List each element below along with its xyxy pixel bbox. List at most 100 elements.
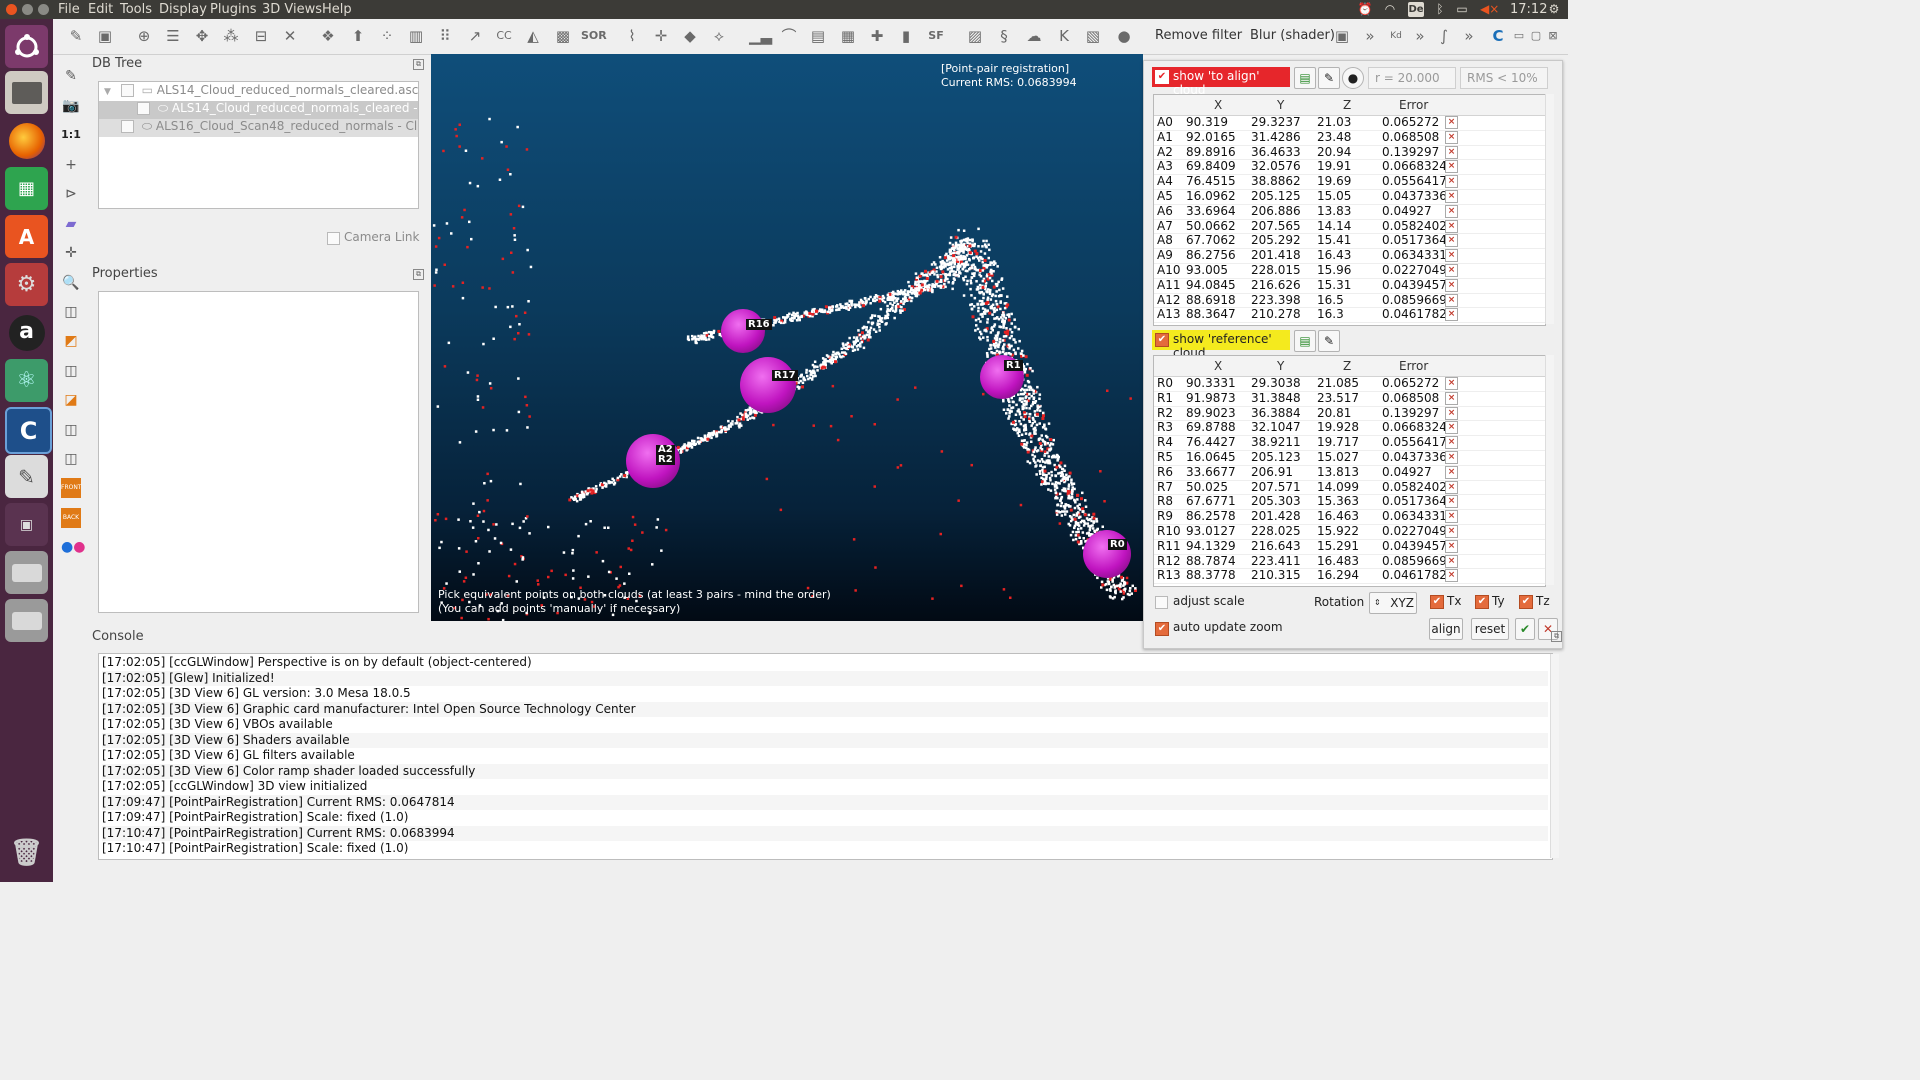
- table-row[interactable]: R5 16.0645 205.123 15.027 0.0437336 ×: [1154, 450, 1545, 466]
- overflow-chevron-icon[interactable]: »: [1458, 25, 1480, 47]
- alarm-icon[interactable]: ⏰: [1357, 2, 1373, 17]
- remove-point-icon[interactable]: ×: [1445, 145, 1458, 159]
- tree-item-root[interactable]: ▼ ▭ ALS14_Cloud_reduced_normals_cleared.…: [99, 83, 418, 101]
- reference-checkbox[interactable]: ✔: [1155, 333, 1169, 347]
- mesh-icon[interactable]: ▥: [405, 25, 427, 47]
- chat-icon[interactable]: ☁: [1023, 25, 1045, 47]
- atom-icon[interactable]: ⚛: [5, 359, 48, 402]
- table-row[interactable]: R7 50.025 207.571 14.099 0.0582402 ×: [1154, 480, 1545, 496]
- firefox-icon[interactable]: [5, 119, 48, 162]
- table-row[interactable]: R3 69.8788 32.1047 19.928 0.0668324 ×: [1154, 420, 1545, 437]
- reset-button[interactable]: reset: [1471, 618, 1509, 640]
- remove-point-icon[interactable]: ×: [1445, 377, 1458, 390]
- drive-icon[interactable]: [5, 551, 48, 594]
- table-row[interactable]: R9 86.2578 201.428 16.463 0.0634331 ×: [1154, 509, 1545, 525]
- undock-icon[interactable]: ⧉: [1551, 631, 1562, 642]
- table-row[interactable]: R8 67.6771 205.303 15.363 0.0517364 ×: [1154, 494, 1545, 511]
- menu-help[interactable]: Help: [322, 2, 352, 17]
- adjust-scale-checkbox[interactable]: [1155, 596, 1168, 609]
- cube-iso-icon[interactable]: ◫: [61, 449, 81, 469]
- tree-checkbox[interactable]: [120, 84, 134, 97]
- close-view-icon[interactable]: ⊠: [1542, 25, 1564, 47]
- bluetooth-icon[interactable]: ᛒ: [1432, 2, 1448, 17]
- pivot-icon[interactable]: ⟡: [708, 25, 730, 47]
- remove-point-icon[interactable]: ×: [1445, 569, 1458, 583]
- calc-icon[interactable]: ▦: [5, 167, 48, 210]
- rotation-select[interactable]: ⇕ XYZ: [1369, 592, 1417, 614]
- image-icon[interactable]: ▨: [964, 25, 986, 47]
- close-window-icon[interactable]: [6, 4, 17, 15]
- remove-point-icon[interactable]: ×: [1445, 525, 1458, 538]
- subsample-icon[interactable]: ⠿: [434, 25, 456, 47]
- remove-point-icon[interactable]: ×: [1445, 495, 1458, 509]
- delete-icon[interactable]: ✕: [279, 25, 301, 47]
- workspace-icon[interactable]: ▣: [5, 503, 48, 546]
- reference-points-table[interactable]: X Y Z Error R0 90.3331 29.3038 21.085 0.0652…: [1153, 355, 1546, 587]
- table-row[interactable]: A0 90.319 29.3237 21.03 0.065272 ×: [1154, 115, 1545, 131]
- clock[interactable]: 17:12: [1510, 2, 1547, 17]
- remove-point-icon[interactable]: ×: [1445, 293, 1458, 307]
- remove-filter-button[interactable]: Remove filter: [1155, 28, 1242, 43]
- remove-point-icon[interactable]: ×: [1445, 480, 1458, 494]
- to-align-toggle[interactable]: ✔ show 'to align' cloud: [1152, 67, 1290, 97]
- remove-point-icon[interactable]: ×: [1445, 249, 1458, 263]
- pivot-rotate-icon[interactable]: ⊳: [61, 184, 81, 204]
- remove-point-icon[interactable]: ×: [1445, 130, 1458, 144]
- export-ref-points-icon[interactable]: ▤: [1294, 330, 1316, 352]
- cube-bottom-icon[interactable]: ◫: [61, 420, 81, 440]
- normals-icon[interactable]: ⬆: [347, 25, 369, 47]
- remove-point-icon[interactable]: ×: [1445, 116, 1458, 129]
- histogram-icon[interactable]: ▁▃: [749, 25, 772, 47]
- overflow-chevron-icon[interactable]: »: [1409, 25, 1431, 47]
- files-icon[interactable]: [5, 71, 48, 114]
- table-row[interactable]: R1 91.9873 31.3848 23.517 0.068508 ×: [1154, 391, 1545, 407]
- marker-sphere[interactable]: [740, 357, 796, 413]
- scalar-icon[interactable]: ⌇: [621, 25, 643, 47]
- ubuntu-dash-icon[interactable]: [5, 25, 48, 68]
- reference-toggle[interactable]: ✔ show 'reference' cloud: [1152, 330, 1290, 360]
- radius-spinbox[interactable]: r = 20.000: [1368, 67, 1456, 89]
- perspective-icon[interactable]: ▰: [61, 214, 81, 234]
- tree-item-selected[interactable]: ⬭ ALS14_Cloud_reduced_normals_cleared -.…: [99, 101, 418, 119]
- open-icon[interactable]: ✎: [65, 25, 87, 47]
- minimize-window-icon[interactable]: [22, 4, 33, 15]
- remove-point-icon[interactable]: ×: [1445, 391, 1458, 405]
- marker-sphere[interactable]: [1083, 530, 1131, 578]
- clone-icon[interactable]: ❖: [317, 25, 339, 47]
- align-button[interactable]: align: [1429, 618, 1463, 640]
- expand-arrow-icon[interactable]: ▼: [104, 87, 111, 97]
- reference-table-scrollbar[interactable]: [1545, 355, 1554, 585]
- kd-tree-icon[interactable]: Kd: [1385, 25, 1407, 47]
- rain-icon[interactable]: ▧: [1082, 25, 1104, 47]
- list-icon[interactable]: ☰: [162, 25, 184, 47]
- ty-checkbox[interactable]: ✔: [1475, 595, 1489, 609]
- maximize-window-icon[interactable]: [38, 4, 49, 15]
- remove-point-icon[interactable]: ×: [1445, 554, 1458, 568]
- plane-icon[interactable]: ◆: [679, 25, 701, 47]
- power-gear-icon[interactable]: ⚙: [1546, 2, 1562, 17]
- k-icon[interactable]: K: [1053, 25, 1075, 47]
- remove-point-icon[interactable]: ×: [1445, 436, 1458, 450]
- remove-point-icon[interactable]: ×: [1445, 465, 1458, 479]
- software-center-icon[interactable]: A: [5, 215, 48, 258]
- remove-point-icon[interactable]: ×: [1445, 539, 1458, 553]
- keyboard-layout-indicator[interactable]: De: [1408, 2, 1424, 17]
- remove-point-icon[interactable]: ×: [1445, 278, 1458, 292]
- amazon-icon[interactable]: a: [5, 311, 48, 354]
- menu-edit[interactable]: Edit: [88, 2, 113, 17]
- menu-plugins[interactable]: Plugins: [210, 2, 257, 17]
- axes-icon[interactable]: ✛: [61, 243, 81, 263]
- sphere-icon[interactable]: ●: [1113, 25, 1135, 47]
- table-row[interactable]: A12 88.6918 223.398 16.5 0.0859669 ×: [1154, 293, 1545, 309]
- tree-checkbox[interactable]: [137, 102, 150, 115]
- edit-align-points-icon[interactable]: ✎: [1318, 67, 1340, 89]
- export-align-points-icon[interactable]: ▤: [1294, 67, 1316, 89]
- remove-point-icon[interactable]: ×: [1445, 234, 1458, 248]
- trash-icon[interactable]: 🗑: [5, 831, 48, 874]
- undock-icon[interactable]: ⧉: [413, 269, 424, 280]
- scalar-max-icon[interactable]: ▤: [807, 25, 829, 47]
- stereo-icon[interactable]: ●●: [61, 537, 85, 557]
- wifi-icon[interactable]: ◠: [1382, 2, 1398, 17]
- pencil-icon[interactable]: ✎: [61, 66, 81, 86]
- 3d-view[interactable]: [Point-pair registration] Current RMS: 0…: [431, 54, 1143, 621]
